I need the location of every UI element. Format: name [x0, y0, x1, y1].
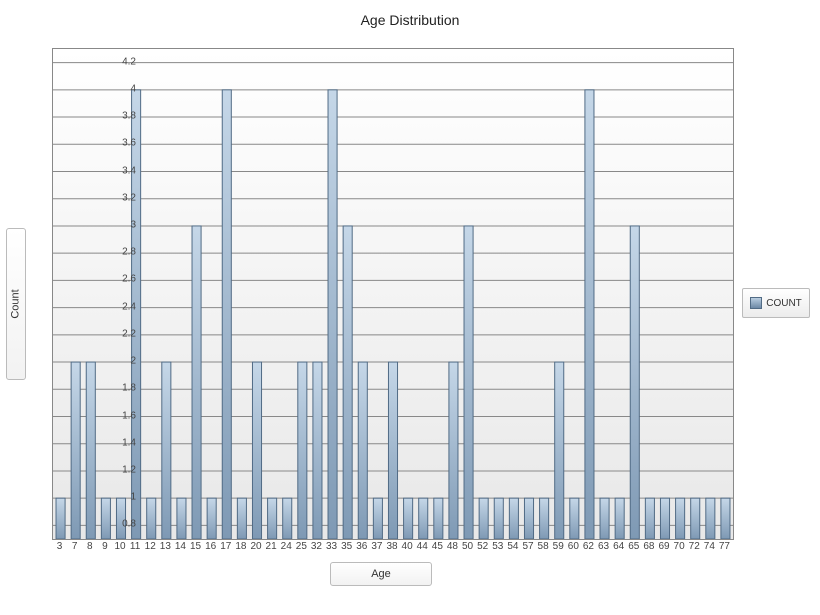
y-tick: 2.8	[122, 247, 136, 258]
bar	[56, 498, 65, 539]
bar	[147, 498, 156, 539]
legend-label: COUNT	[766, 298, 802, 309]
y-tick: 4	[130, 83, 136, 94]
bar	[600, 498, 609, 539]
y-tick: 1	[130, 492, 136, 503]
bar	[192, 226, 201, 539]
bar	[101, 498, 110, 539]
bar	[86, 362, 95, 539]
bar	[691, 498, 700, 539]
y-tick: 2.4	[122, 301, 136, 312]
y-tick: 1.8	[122, 383, 136, 394]
bar	[449, 362, 458, 539]
bar	[494, 498, 503, 539]
bar	[343, 226, 352, 539]
bar	[660, 498, 669, 539]
bar	[464, 226, 473, 539]
legend: COUNT	[742, 288, 810, 318]
bar	[177, 498, 186, 539]
y-tick: 1.6	[122, 410, 136, 421]
bar	[237, 498, 246, 539]
y-tick: 2.6	[122, 274, 136, 285]
bar	[630, 226, 639, 539]
bar	[676, 498, 685, 539]
bar	[721, 498, 730, 539]
y-tick: 3.6	[122, 138, 136, 149]
bar	[509, 498, 518, 539]
bar	[585, 90, 594, 539]
y-tick: 1.4	[122, 437, 136, 448]
x-axis-label-box: Age	[330, 562, 432, 586]
bar	[540, 498, 549, 539]
y-tick: 2.2	[122, 328, 136, 339]
y-tick: 2	[130, 356, 136, 367]
y-tick: 4.2	[122, 56, 136, 67]
bar	[404, 498, 413, 539]
bar	[615, 498, 624, 539]
bar	[358, 362, 367, 539]
y-tick: 3	[130, 219, 136, 230]
x-tick: 77	[715, 541, 733, 552]
bar	[222, 90, 231, 539]
bar	[570, 498, 579, 539]
plot-area	[52, 48, 734, 540]
bar	[555, 362, 564, 539]
bar	[298, 362, 307, 539]
y-axis-label: Count	[10, 289, 22, 318]
y-tick: 0.8	[122, 519, 136, 530]
bar	[645, 498, 654, 539]
bar	[328, 90, 337, 539]
bars	[56, 90, 730, 539]
bar	[419, 498, 428, 539]
chart-svg	[53, 49, 733, 539]
bar	[388, 362, 397, 539]
bar	[524, 498, 533, 539]
y-tick: 3.2	[122, 192, 136, 203]
bar	[283, 498, 292, 539]
bar	[313, 362, 322, 539]
y-axis-label-box: Count	[6, 228, 26, 380]
y-tick: 3.4	[122, 165, 136, 176]
bar	[268, 498, 277, 539]
x-axis-label: Age	[371, 568, 391, 580]
bar	[162, 362, 171, 539]
bar	[373, 498, 382, 539]
bar	[706, 498, 715, 539]
legend-swatch-icon	[750, 297, 762, 309]
chart-title: Age Distribution	[0, 12, 820, 28]
y-tick: 3.8	[122, 111, 136, 122]
bar	[252, 362, 261, 539]
y-tick: 1.2	[122, 464, 136, 475]
bar	[479, 498, 488, 539]
bar	[434, 498, 443, 539]
bar	[71, 362, 80, 539]
bar	[207, 498, 216, 539]
